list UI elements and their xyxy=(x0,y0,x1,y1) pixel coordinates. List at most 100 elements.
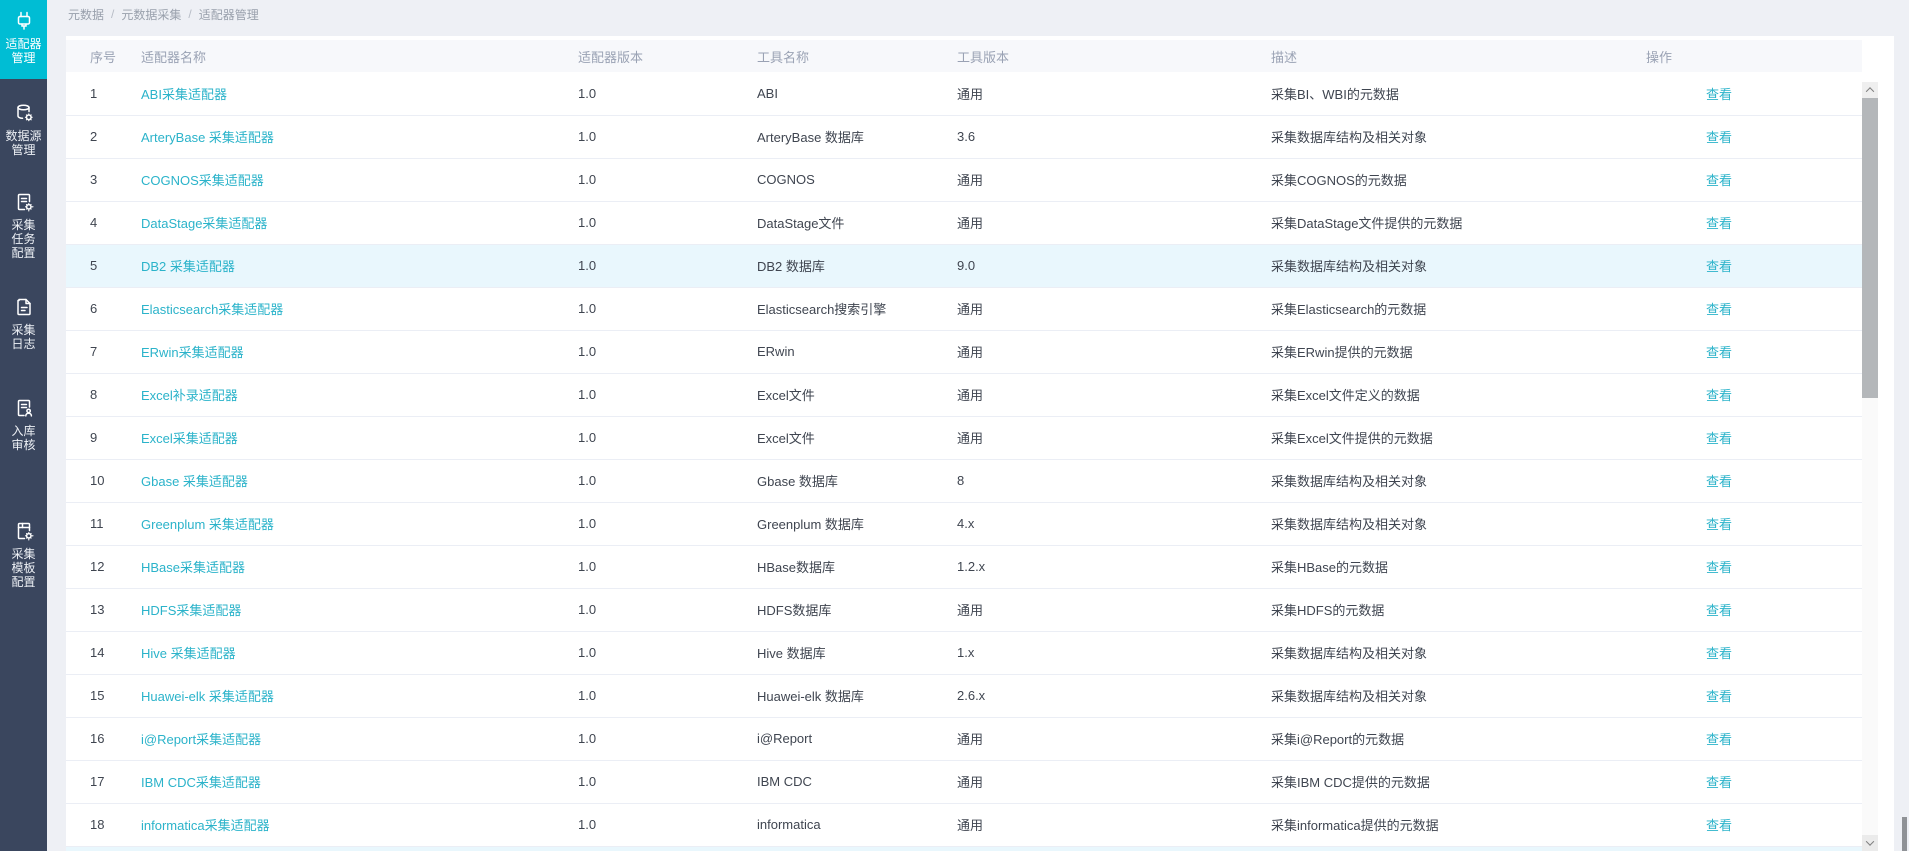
sidebar-item-datasource-management[interactable]: 数据源 管理 xyxy=(0,94,47,165)
document-icon xyxy=(13,296,35,318)
table-row: 16 i@Report采集适配器 1.0 i@Report 通用 采集i@Rep… xyxy=(66,717,1862,760)
breadcrumb-item-metadata-collect[interactable]: 元数据采集 xyxy=(121,6,181,23)
row-index-cell: 5 xyxy=(66,244,141,287)
table-card: 序号 适配器名称 适配器版本 工具名称 工具版本 描述 操作 1 ABI采集适配… xyxy=(66,36,1894,851)
adapter-name-link[interactable]: Greenplum 采集适配器 xyxy=(141,517,274,532)
scroll-up-button[interactable] xyxy=(1862,82,1878,98)
row-index-cell: 3 xyxy=(66,158,141,201)
view-action-link[interactable]: 查看 xyxy=(1706,732,1732,747)
table-scrollbar[interactable] xyxy=(1862,82,1878,851)
document-template-gear-icon xyxy=(13,520,35,542)
adapter-name-link[interactable]: Excel采集适配器 xyxy=(141,431,238,446)
adapter-name-link[interactable]: ABI采集适配器 xyxy=(141,87,227,102)
view-action-link[interactable]: 查看 xyxy=(1706,345,1732,360)
adapter-name-link[interactable]: i@Report采集适配器 xyxy=(141,732,261,747)
database-gear-icon xyxy=(13,102,35,124)
row-index-cell: 11 xyxy=(66,502,141,545)
breadcrumb-item-metadata[interactable]: 元数据 xyxy=(68,6,104,23)
column-header-tool-version: 工具版本 xyxy=(957,40,1271,72)
adapter-name-link[interactable]: Elasticsearch采集适配器 xyxy=(141,302,283,317)
view-action-link[interactable]: 查看 xyxy=(1706,517,1732,532)
table-row: 17 IBM CDC采集适配器 1.0 IBM CDC 通用 采集IBM CDC… xyxy=(66,760,1862,803)
table-row: 7 ERwin采集适配器 1.0 ERwin 通用 采集ERwin提供的元数据 … xyxy=(66,330,1862,373)
view-action-link[interactable]: 查看 xyxy=(1706,173,1732,188)
table-body: 1 ABI采集适配器 1.0 ABI 通用 采集BI、WBI的元数据 查看 2 … xyxy=(66,72,1862,846)
tool-version-cell: 通用 xyxy=(957,803,1271,846)
tool-name-cell: i@Report xyxy=(757,717,957,760)
view-action-link[interactable]: 查看 xyxy=(1706,603,1732,618)
tool-version-cell: 通用 xyxy=(957,416,1271,459)
row-index-cell: 12 xyxy=(66,545,141,588)
scrollbar-thumb[interactable] xyxy=(1862,98,1878,398)
view-action-link[interactable]: 查看 xyxy=(1706,474,1732,489)
row-index-cell: 14 xyxy=(66,631,141,674)
page-scrollbar-thumb[interactable] xyxy=(1902,817,1907,851)
table-row: 9 Excel采集适配器 1.0 Excel文件 通用 采集Excel文件提供的… xyxy=(66,416,1862,459)
adapter-name-link[interactable]: ArteryBase 采集适配器 xyxy=(141,130,274,145)
adapter-name-link[interactable]: Excel补录适配器 xyxy=(141,388,238,403)
table-row: 6 Elasticsearch采集适配器 1.0 Elasticsearch搜索… xyxy=(66,287,1862,330)
sidebar-item-collect-template-config[interactable]: 采集 模板 配置 xyxy=(0,512,47,597)
view-action-link[interactable]: 查看 xyxy=(1706,302,1732,317)
view-action-link[interactable]: 查看 xyxy=(1706,818,1732,833)
tool-name-cell: Excel文件 xyxy=(757,416,957,459)
tool-name-cell: Huawei-elk 数据库 xyxy=(757,674,957,717)
description-cell: 采集ERwin提供的元数据 xyxy=(1271,330,1646,373)
tool-version-cell: 通用 xyxy=(957,588,1271,631)
row-index-cell: 6 xyxy=(66,287,141,330)
adapter-name-link[interactable]: IBM CDC采集适配器 xyxy=(141,775,261,790)
sidebar-item-label: 数据源 管理 xyxy=(5,129,41,157)
tool-version-cell: 2.6.x xyxy=(957,674,1271,717)
adapter-name-link[interactable]: HDFS采集适配器 xyxy=(141,603,241,618)
description-cell: 采集数据库结构及相关对象 xyxy=(1271,674,1646,717)
view-action-link[interactable]: 查看 xyxy=(1706,87,1732,102)
adapter-name-link[interactable]: HBase采集适配器 xyxy=(141,560,245,575)
adapter-version-cell: 1.0 xyxy=(578,674,757,717)
page-scrollbar[interactable] xyxy=(1900,0,1909,851)
adapter-name-link[interactable]: COGNOS采集适配器 xyxy=(141,173,264,188)
sidebar-item-label: 采集 任务 配置 xyxy=(11,218,35,260)
adapter-version-cell: 1.0 xyxy=(578,287,757,330)
adapter-name-link[interactable]: DataStage采集适配器 xyxy=(141,216,267,231)
scroll-down-button[interactable] xyxy=(1862,835,1878,851)
document-user-icon xyxy=(13,397,35,419)
sidebar-item-collect-task-config[interactable]: 采集 任务 配置 xyxy=(0,183,47,268)
tool-name-cell: informatica xyxy=(757,803,957,846)
sidebar-item-adapter-management[interactable]: 适配器 管理 xyxy=(0,0,47,79)
adapter-version-cell: 1.0 xyxy=(578,373,757,416)
row-index-cell: 13 xyxy=(66,588,141,631)
adapter-name-link[interactable]: Gbase 采集适配器 xyxy=(141,474,248,489)
table-row: 18 informatica采集适配器 1.0 informatica 通用 采… xyxy=(66,803,1862,846)
tool-name-cell: DataStage文件 xyxy=(757,201,957,244)
view-action-link[interactable]: 查看 xyxy=(1706,388,1732,403)
tool-name-cell: IBM CDC xyxy=(757,760,957,803)
sidebar-item-warehouse-audit[interactable]: 入库 审核 xyxy=(0,389,47,460)
tool-name-cell: HBase数据库 xyxy=(757,545,957,588)
tool-name-cell: ArteryBase 数据库 xyxy=(757,115,957,158)
main-area: 元数据 / 元数据采集 / 适配器管理 序号 适配器名称 适配器版本 工具名称 … xyxy=(47,0,1909,851)
view-action-link[interactable]: 查看 xyxy=(1706,560,1732,575)
table-row: 12 HBase采集适配器 1.0 HBase数据库 1.2.x 采集HBase… xyxy=(66,545,1862,588)
view-action-link[interactable]: 查看 xyxy=(1706,431,1732,446)
adapter-name-link[interactable]: ERwin采集适配器 xyxy=(141,345,244,360)
breadcrumb: 元数据 / 元数据采集 / 适配器管理 xyxy=(47,0,1909,28)
adapter-version-cell: 1.0 xyxy=(578,502,757,545)
view-action-link[interactable]: 查看 xyxy=(1706,646,1732,661)
view-action-link[interactable]: 查看 xyxy=(1706,689,1732,704)
adapter-name-link[interactable]: informatica采集适配器 xyxy=(141,818,270,833)
tool-version-cell: 通用 xyxy=(957,158,1271,201)
description-cell: 采集HBase的元数据 xyxy=(1271,545,1646,588)
description-cell: 采集数据库结构及相关对象 xyxy=(1271,502,1646,545)
view-action-link[interactable]: 查看 xyxy=(1706,130,1732,145)
table-row: 1 ABI采集适配器 1.0 ABI 通用 采集BI、WBI的元数据 查看 xyxy=(66,72,1862,115)
view-action-link[interactable]: 查看 xyxy=(1706,216,1732,231)
view-action-link[interactable]: 查看 xyxy=(1706,775,1732,790)
sidebar-item-collect-log[interactable]: 采集 日志 xyxy=(0,288,47,359)
adapter-version-cell: 1.0 xyxy=(578,416,757,459)
adapter-name-link[interactable]: Huawei-elk 采集适配器 xyxy=(141,689,274,704)
adapter-name-link[interactable]: Hive 采集适配器 xyxy=(141,646,236,661)
view-action-link[interactable]: 查看 xyxy=(1706,259,1732,274)
row-index-cell: 4 xyxy=(66,201,141,244)
adapter-version-cell: 1.0 xyxy=(578,158,757,201)
adapter-name-link[interactable]: DB2 采集适配器 xyxy=(141,259,235,274)
